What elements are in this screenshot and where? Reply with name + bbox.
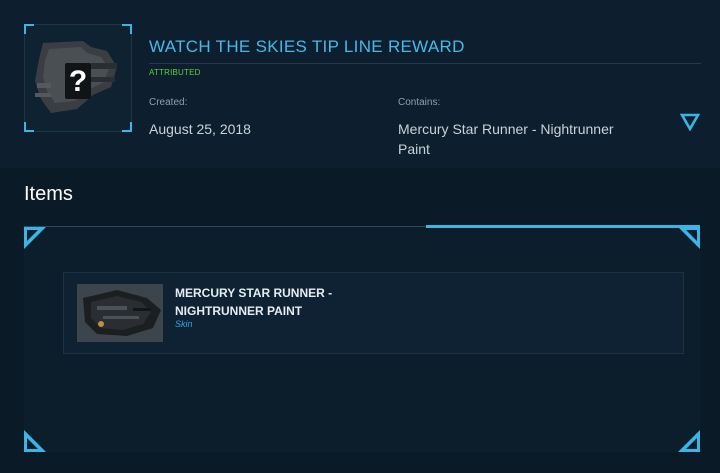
ship-image-icon — [77, 284, 163, 342]
item-type: Skin — [175, 319, 193, 329]
divider — [149, 63, 701, 64]
item-thumbnail — [77, 284, 163, 342]
contains-value: Mercury Star Runner - Nightrunner Paint — [398, 121, 614, 157]
corner-marker — [24, 122, 34, 132]
corner-triangle-icon — [678, 430, 700, 452]
chevron-down-icon — [679, 113, 701, 132]
corner-triangle-icon — [678, 227, 700, 249]
corner-marker — [122, 24, 132, 34]
corner-triangle-icon — [24, 227, 46, 249]
pledge-title: WATCH THE SKIES TIP LINE REWARD — [149, 37, 465, 56]
item-name: MERCURY STAR RUNNER - NIGHTRUNNER PAINT — [175, 286, 333, 318]
list-item[interactable]: MERCURY STAR RUNNER - NIGHTRUNNER PAINT … — [63, 272, 684, 354]
pledge-header: ? WATCH THE SKIES TIP LINE REWARD ATTRIB… — [0, 0, 720, 168]
pledge-thumbnail[interactable]: ? — [24, 24, 132, 132]
panel-accent-bar — [426, 225, 700, 228]
ship-silhouette-icon: ? — [35, 41, 117, 113]
items-heading: Items — [24, 183, 73, 205]
created-value: August 25, 2018 — [149, 121, 251, 137]
items-panel: MERCURY STAR RUNNER - NIGHTRUNNER PAINT … — [24, 225, 700, 452]
status-badge: ATTRIBUTED — [149, 68, 201, 77]
question-mark-icon: ? — [65, 63, 91, 99]
contains-label: Contains: — [398, 97, 441, 108]
created-label: Created: — [149, 97, 188, 108]
corner-triangle-icon — [24, 430, 46, 452]
expand-toggle-button[interactable] — [679, 113, 701, 132]
corner-marker — [122, 122, 132, 132]
svg-text:?: ? — [69, 65, 87, 98]
corner-marker — [24, 24, 34, 34]
